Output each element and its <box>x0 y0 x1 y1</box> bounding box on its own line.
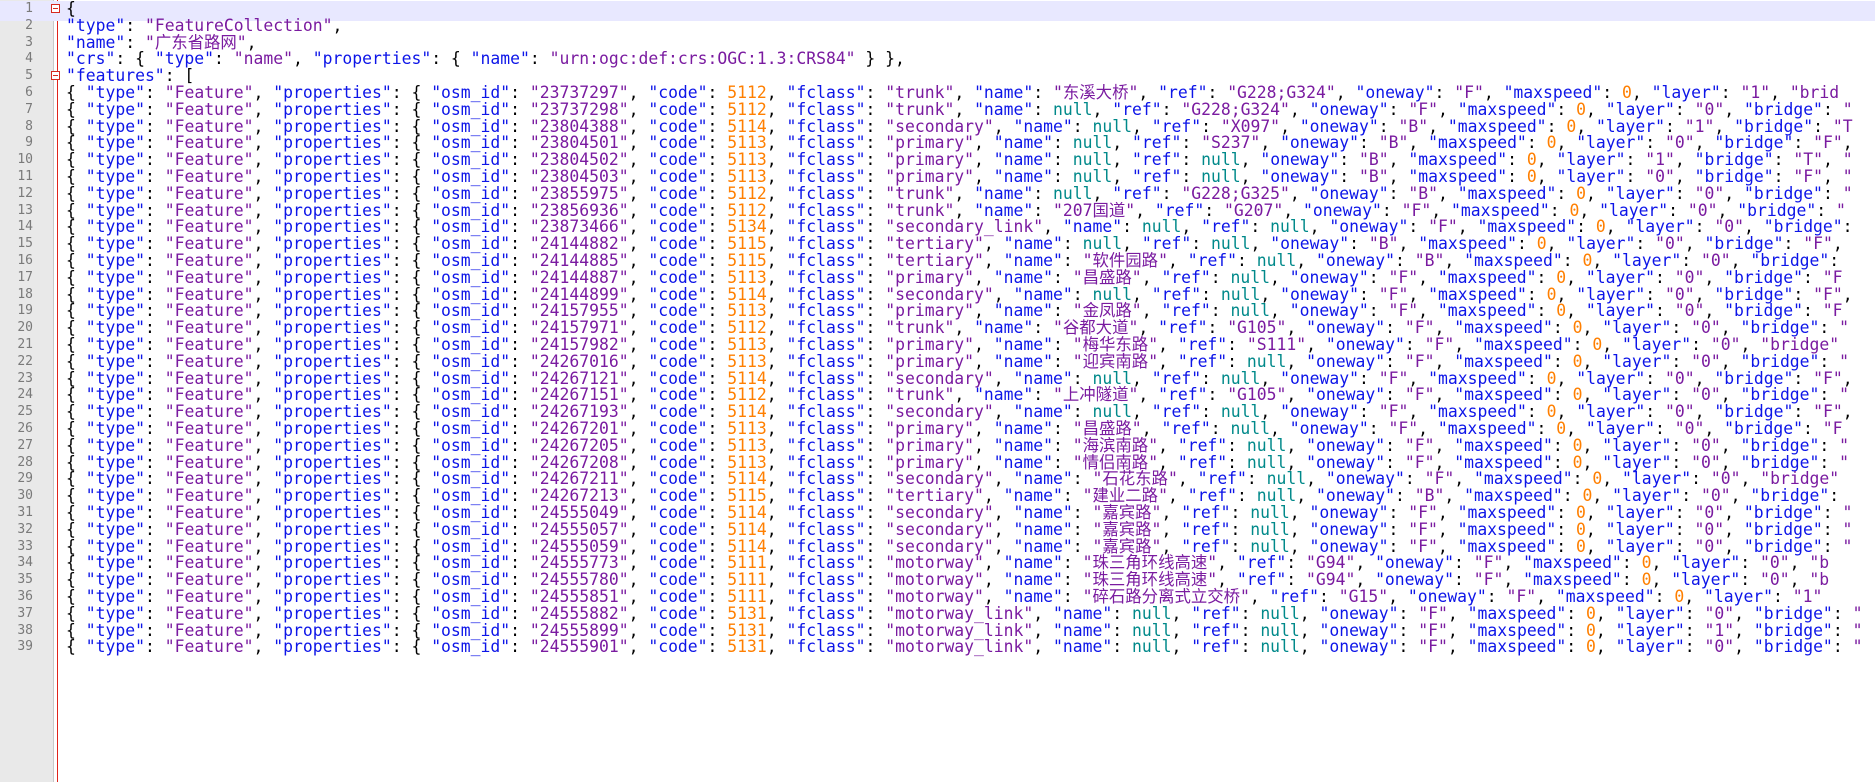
code-line[interactable]: 39 { "type": "Feature", "properties": { "… <box>0 637 1875 659</box>
editor-text-area[interactable]: 1{2 "type": "FeatureCollection", 3 "name": … <box>0 0 1875 782</box>
fold-toggle-icon[interactable] <box>51 4 60 13</box>
line-number: 39 <box>17 639 33 655</box>
code-text: { "type": "Feature", "properties": { "os… <box>66 637 1863 657</box>
fold-toggle-icon[interactable] <box>51 71 60 81</box>
code-editor[interactable]: 1{2 "type": "FeatureCollection", 3 "name": … <box>0 0 1875 782</box>
